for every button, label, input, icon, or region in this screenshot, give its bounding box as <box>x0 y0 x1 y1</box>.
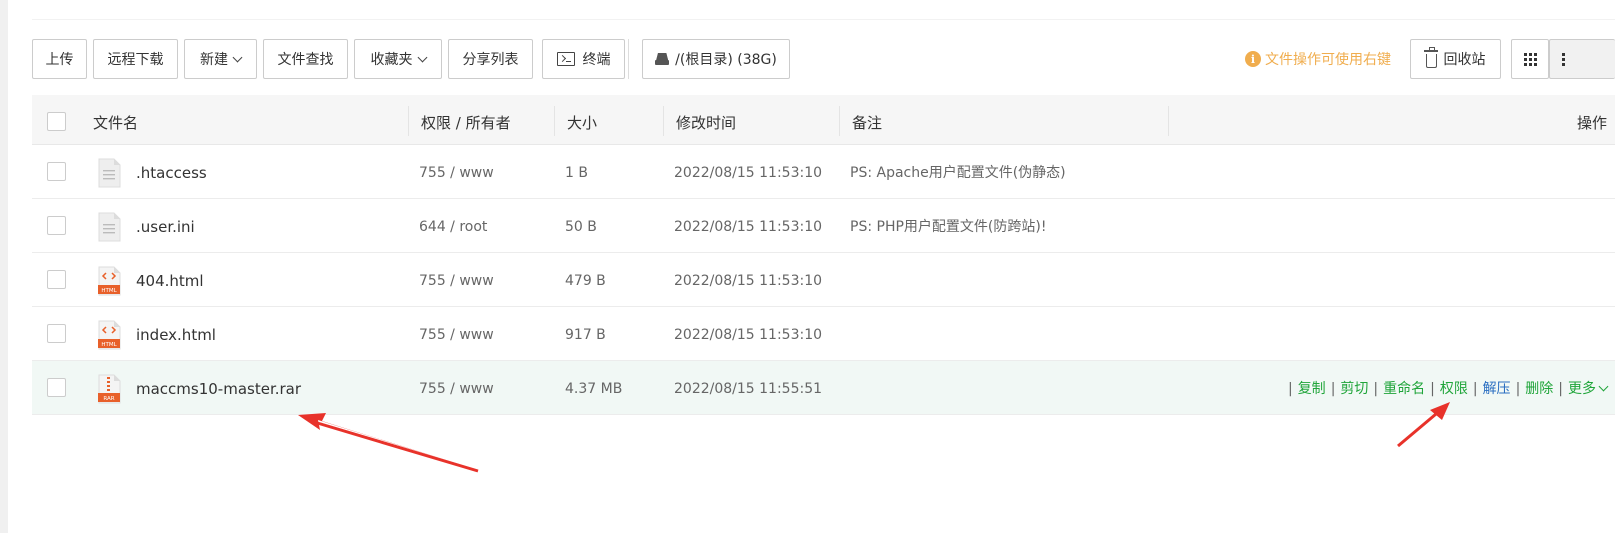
chevron-down-icon <box>1598 381 1609 392</box>
share-list-button[interactable]: 分享列表 <box>448 39 533 79</box>
permission-link[interactable]: 权限 <box>1440 381 1468 397</box>
file-mtime: 2022/08/15 11:53:10 <box>674 165 823 181</box>
file-name[interactable]: maccms10-master.rar <box>136 361 301 415</box>
row-checkbox[interactable] <box>47 162 66 181</box>
column-divider <box>663 106 664 136</box>
top-divider <box>32 19 1615 20</box>
trash-icon <box>1423 47 1438 68</box>
file-permission[interactable]: 644 / root <box>419 199 487 253</box>
row-checkbox[interactable] <box>47 378 66 397</box>
share-list-label: 分享列表 <box>462 52 519 68</box>
html-file-icon: HTML <box>98 266 121 296</box>
hint-text: 文件操作可使用右键 <box>1265 52 1391 68</box>
file-search-label: 文件查找 <box>277 52 334 68</box>
table-row[interactable]: .user.ini 644 / root 50 B 2022/08/15 11:… <box>32 199 1615 253</box>
favorites-label: 收藏夹 <box>370 52 413 68</box>
file-name[interactable]: .htaccess <box>136 145 207 199</box>
copy-link[interactable]: 复制 <box>1298 381 1326 397</box>
toolbar-separator <box>628 39 629 79</box>
new-label: 新建 <box>200 52 228 68</box>
terminal-label: 终端 <box>582 52 611 68</box>
file-manager-panel: 上传 远程下载 新建 文件查找 收藏夹 分享列表 终端 /(根目录) (38G)… <box>8 0 1615 533</box>
chevron-down-icon <box>232 52 243 62</box>
terminal-icon <box>556 52 575 66</box>
grid-view-button[interactable] <box>1511 39 1549 79</box>
favorites-dropdown-button[interactable]: 收藏夹 <box>354 39 442 79</box>
recycle-bin-label: 回收站 <box>1443 52 1486 68</box>
file-mtime: 2022/08/15 11:53:10 <box>674 273 823 289</box>
header-size[interactable]: 大小 <box>567 95 597 145</box>
file-note[interactable]: PS: PHP用户配置文件(防跨站)! <box>850 199 1046 253</box>
delete-link[interactable]: 删除 <box>1525 381 1553 397</box>
file-permission[interactable]: 755 / www <box>419 253 494 307</box>
file-name[interactable]: 404.html <box>136 253 204 307</box>
header-filename[interactable]: 文件名 <box>93 95 138 145</box>
toolbar: 上传 远程下载 新建 文件查找 收藏夹 分享列表 终端 /(根目录) (38G)… <box>8 39 1615 79</box>
file-size: 917 B <box>565 327 606 343</box>
file-table: 文件名 权限 / 所有者 大小 修改时间 备注 操作 .htaccess 755 <box>32 95 1615 415</box>
remote-download-button[interactable]: 远程下载 <box>93 39 178 79</box>
file-name[interactable]: index.html <box>136 307 216 361</box>
extract-link[interactable]: 解压 <box>1483 381 1511 397</box>
header-permission[interactable]: 权限 / 所有者 <box>421 95 511 145</box>
row-checkbox[interactable] <box>47 270 66 289</box>
terminal-button[interactable]: 终端 <box>542 39 625 79</box>
file-mtime: 2022/08/15 11:53:10 <box>674 327 823 343</box>
file-size: 4.37 MB <box>565 381 623 397</box>
file-mtime: 2022/08/15 11:53:10 <box>674 219 823 235</box>
recycle-bin-button[interactable]: 回收站 <box>1410 39 1501 79</box>
text-file-icon <box>98 158 121 188</box>
row-operations: | 复制 | 剪切 | 重命名 | 权限 | 解压 | 删除 | 更多 <box>1283 361 1609 415</box>
grid-view-icon <box>1523 52 1537 66</box>
html-file-icon: HTML <box>98 320 121 350</box>
file-size: 1 B <box>565 165 588 181</box>
column-divider <box>408 106 409 136</box>
header-note: 备注 <box>852 114 883 132</box>
new-dropdown-button[interactable]: 新建 <box>184 39 257 79</box>
disk-path-button[interactable]: /(根目录) (38G) <box>642 39 790 79</box>
file-permission[interactable]: 755 / www <box>419 307 494 361</box>
table-row[interactable]: HTML 404.html 755 / www 479 B 2022/08/15… <box>32 253 1615 307</box>
right-click-hint: i 文件操作可使用右键 <box>1245 50 1391 68</box>
rar-badge-label: RAR <box>103 396 114 402</box>
table-row[interactable]: HTML index.html 755 / www 917 B 2022/08/… <box>32 307 1615 361</box>
html-badge-label: HTML <box>101 288 117 294</box>
select-all-checkbox[interactable] <box>47 112 66 131</box>
list-view-button[interactable] <box>1549 39 1615 79</box>
column-divider <box>1168 106 1169 136</box>
file-name[interactable]: .user.ini <box>136 199 195 253</box>
rar-file-icon: RAR <box>98 374 121 404</box>
file-size: 50 B <box>565 219 597 235</box>
info-icon: i <box>1245 51 1261 67</box>
header-operations: 操作 <box>1576 114 1607 132</box>
file-size: 479 B <box>565 273 606 289</box>
disk-path-label: /(根目录) (38G) <box>675 52 777 68</box>
chevron-down-icon <box>417 52 427 62</box>
table-row[interactable]: .htaccess 755 / www 1 B 2022/08/15 11:53… <box>32 145 1615 199</box>
file-search-button[interactable]: 文件查找 <box>263 39 348 79</box>
cut-link[interactable]: 剪切 <box>1340 381 1368 397</box>
disk-icon <box>655 53 670 65</box>
rename-link[interactable]: 重命名 <box>1383 381 1425 397</box>
html-badge-label: HTML <box>101 342 117 348</box>
row-checkbox[interactable] <box>47 216 66 235</box>
file-note[interactable]: PS: Apache用户配置文件(伪静态) <box>850 145 1066 199</box>
text-file-icon <box>98 212 121 242</box>
file-permission[interactable]: 755 / www <box>419 361 494 415</box>
list-view-icon <box>1562 52 1565 66</box>
file-mtime: 2022/08/15 11:55:51 <box>674 381 823 397</box>
column-divider <box>554 106 555 136</box>
file-permission[interactable]: 755 / www <box>419 145 494 199</box>
upload-button[interactable]: 上传 <box>32 39 87 79</box>
upload-label: 上传 <box>45 52 74 68</box>
row-checkbox[interactable] <box>47 324 66 343</box>
remote-download-label: 远程下载 <box>107 52 164 68</box>
header-mtime[interactable]: 修改时间 <box>676 95 736 145</box>
column-divider <box>839 106 840 136</box>
table-header: 文件名 权限 / 所有者 大小 修改时间 备注 操作 <box>32 95 1615 145</box>
table-row-selected[interactable]: RAR maccms10-master.rar 755 / www 4.37 M… <box>32 361 1615 415</box>
more-dropdown-link[interactable]: 更多 <box>1568 381 1596 397</box>
